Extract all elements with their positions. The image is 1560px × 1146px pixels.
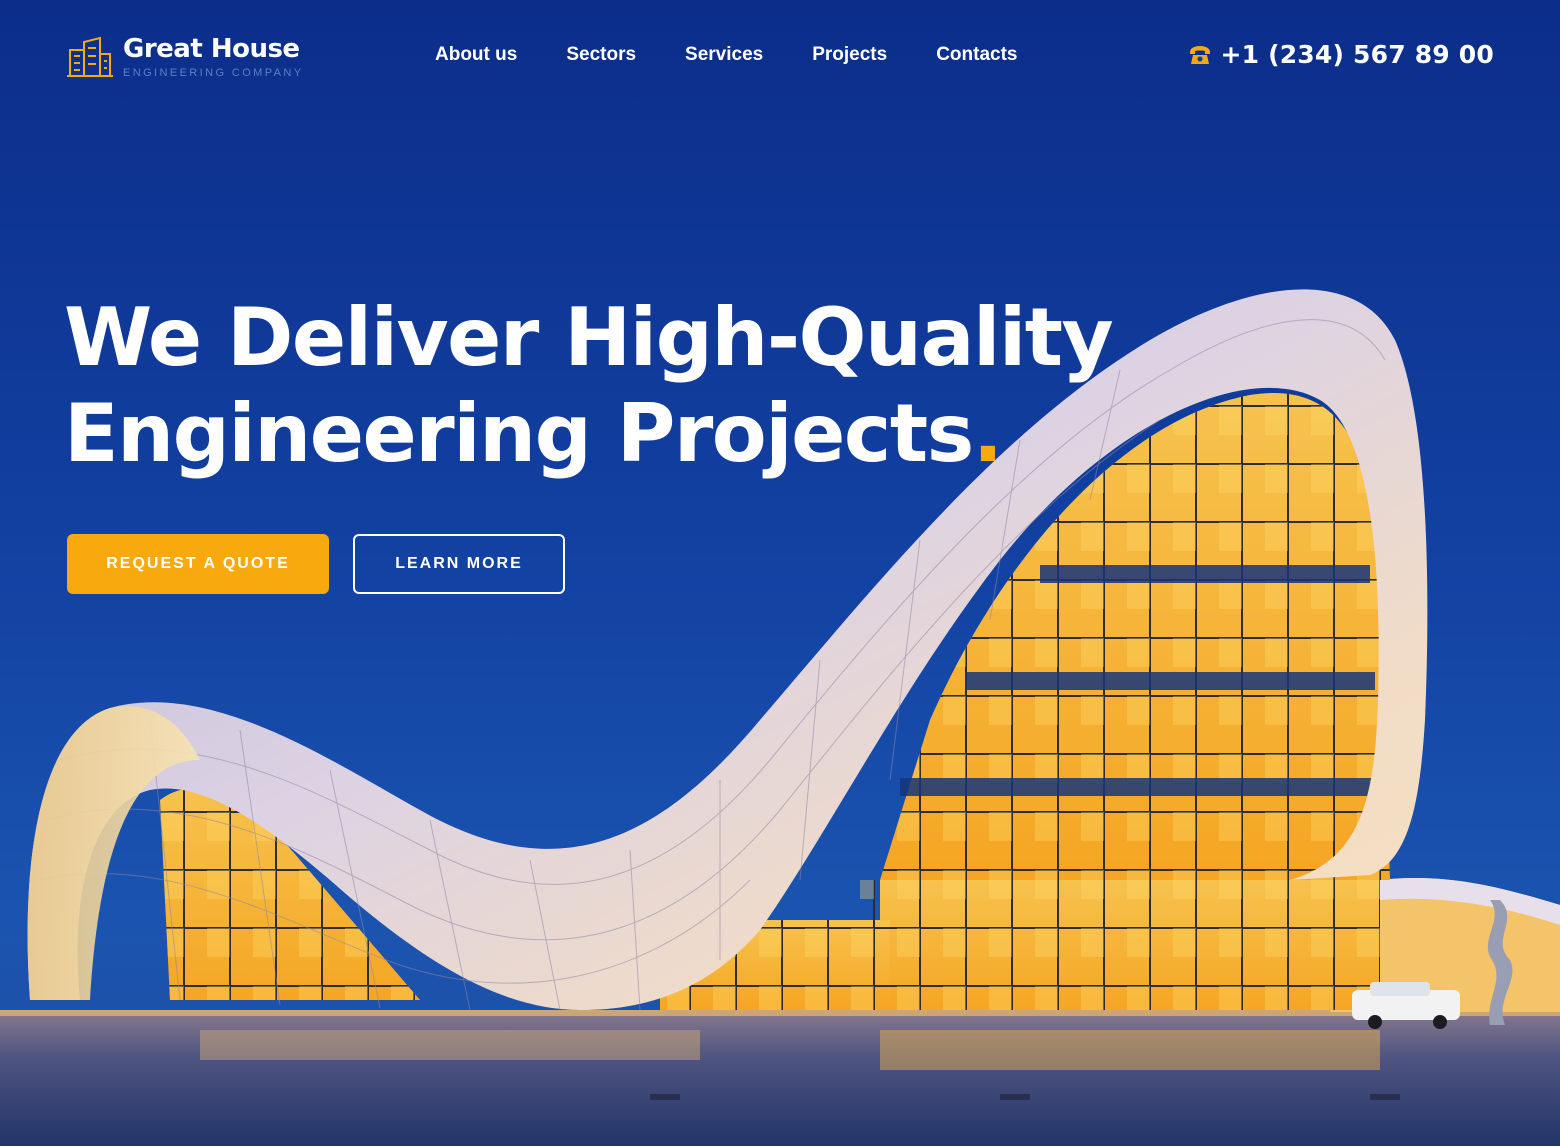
brand-logo[interactable]: Great House ENGINEERING COMPANY xyxy=(66,34,301,82)
brand-name: Great House xyxy=(123,34,300,64)
building-logo-icon xyxy=(66,36,114,78)
hero-headline-accent-dot: . xyxy=(972,387,1003,480)
nav-item-contacts[interactable]: Contacts xyxy=(936,44,1017,66)
nav-item-sectors[interactable]: Sectors xyxy=(566,44,636,66)
nav-item-about-us[interactable]: About us xyxy=(435,44,517,66)
hero-headline-line-2: Engineering Projects xyxy=(64,387,974,480)
request-quote-button[interactable]: REQUEST A QUOTE xyxy=(67,534,329,594)
site-header: Great House ENGINEERING COMPANY About us… xyxy=(0,0,1560,112)
nav-item-projects[interactable]: Projects xyxy=(812,44,887,66)
main-nav: About us Sectors Services Projects Conta… xyxy=(435,44,1018,66)
learn-more-button[interactable]: LEARN MORE xyxy=(353,534,565,594)
nav-item-services[interactable]: Services xyxy=(685,44,763,66)
hero-headline: We Deliver High-Quality Engineering Proj… xyxy=(64,290,1114,482)
brand-tagline: ENGINEERING COMPANY xyxy=(123,67,304,79)
hero-headline-line-2-wrap: Engineering Projects. xyxy=(64,386,1024,482)
phone-contact[interactable]: +1 (234) 567 89 00 xyxy=(1188,40,1494,69)
phone-icon xyxy=(1188,43,1212,67)
hero-headline-line-1: We Deliver High-Quality xyxy=(64,291,1114,384)
phone-number[interactable]: +1 (234) 567 89 00 xyxy=(1220,40,1494,69)
